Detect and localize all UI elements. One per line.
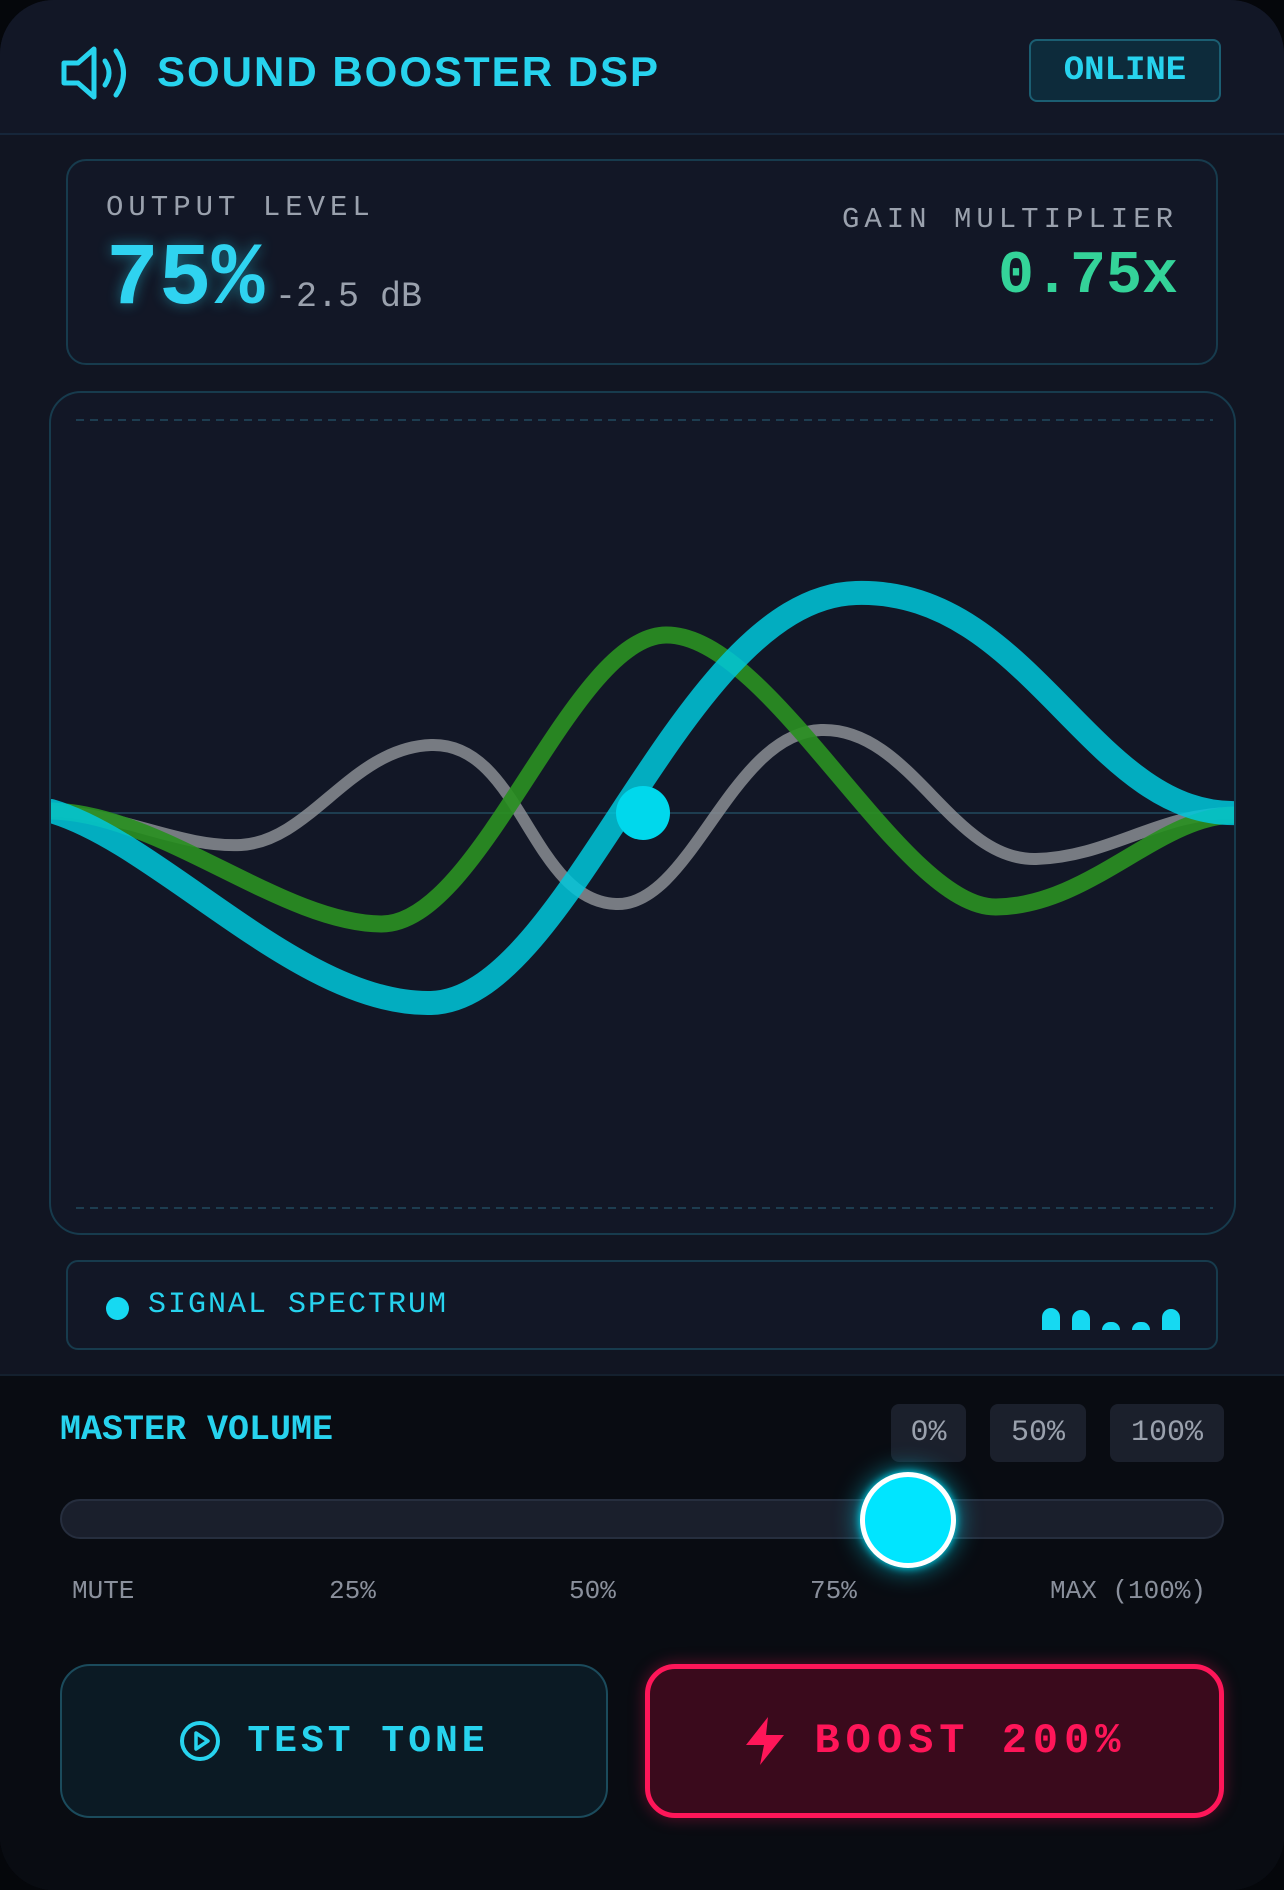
volume-slider-track[interactable] (60, 1499, 1224, 1539)
volume-slider-thumb[interactable] (860, 1472, 956, 1568)
test-tone-button[interactable]: TEST TONE (60, 1664, 608, 1818)
spectrum-bar (1132, 1322, 1150, 1330)
output-readout-panel: OUTPUT LEVEL 75% -2.5 dB GAIN MULTIPLIER… (66, 159, 1218, 365)
gain-multiplier-value: 0.75x (997, 243, 1178, 311)
spectrum-label: SIGNAL SPECTRUM (148, 1288, 449, 1322)
spectrum-bar (1162, 1309, 1180, 1330)
header: SOUND BOOSTER DSP ONLINE (0, 0, 1284, 135)
speaker-icon (61, 46, 126, 100)
spectrum-bars (1042, 1262, 1192, 1330)
preset-0-button[interactable]: 0% (891, 1404, 966, 1462)
app-window: SOUND BOOSTER DSP ONLINE OUTPUT LEVEL 75… (0, 0, 1284, 1890)
lightning-icon (742, 1715, 788, 1767)
play-circle-icon (179, 1720, 221, 1762)
output-level-value: 75% (106, 231, 265, 330)
test-tone-label: TEST TONE (247, 1719, 489, 1763)
boost-label: BOOST 200% (814, 1717, 1127, 1765)
tick-max: MAX (100%) (1050, 1576, 1207, 1606)
gain-multiplier-label: GAIN MULTIPLIER (841, 203, 1178, 236)
waveform-cursor (616, 786, 670, 840)
tick-mute: MUTE (72, 1576, 135, 1606)
spectrum-bar (1072, 1310, 1090, 1330)
tick-75: 75% (810, 1576, 857, 1606)
app-title: SOUND BOOSTER DSP (157, 48, 661, 95)
tick-50: 50% (569, 1576, 616, 1606)
preset-50-button[interactable]: 50% (990, 1404, 1086, 1462)
spectrum-bar (1102, 1322, 1120, 1330)
preset-100-button[interactable]: 100% (1110, 1404, 1224, 1462)
spectrum-bar (1042, 1308, 1060, 1330)
volume-controls: MASTER VOLUME 0% 50% 100% MUTE 25% 50% 7… (0, 1374, 1284, 1890)
output-db-value: -2.5 dB (275, 277, 423, 317)
tick-25: 25% (329, 1576, 376, 1606)
output-level-label: OUTPUT LEVEL (106, 191, 375, 224)
boost-button[interactable]: BOOST 200% (645, 1664, 1224, 1818)
status-badge: ONLINE (1029, 39, 1221, 102)
spectrum-indicator-dot (106, 1297, 129, 1320)
waveform-visualizer (49, 391, 1236, 1235)
signal-spectrum-panel: SIGNAL SPECTRUM (66, 1260, 1218, 1350)
master-volume-label: MASTER VOLUME (60, 1410, 334, 1450)
